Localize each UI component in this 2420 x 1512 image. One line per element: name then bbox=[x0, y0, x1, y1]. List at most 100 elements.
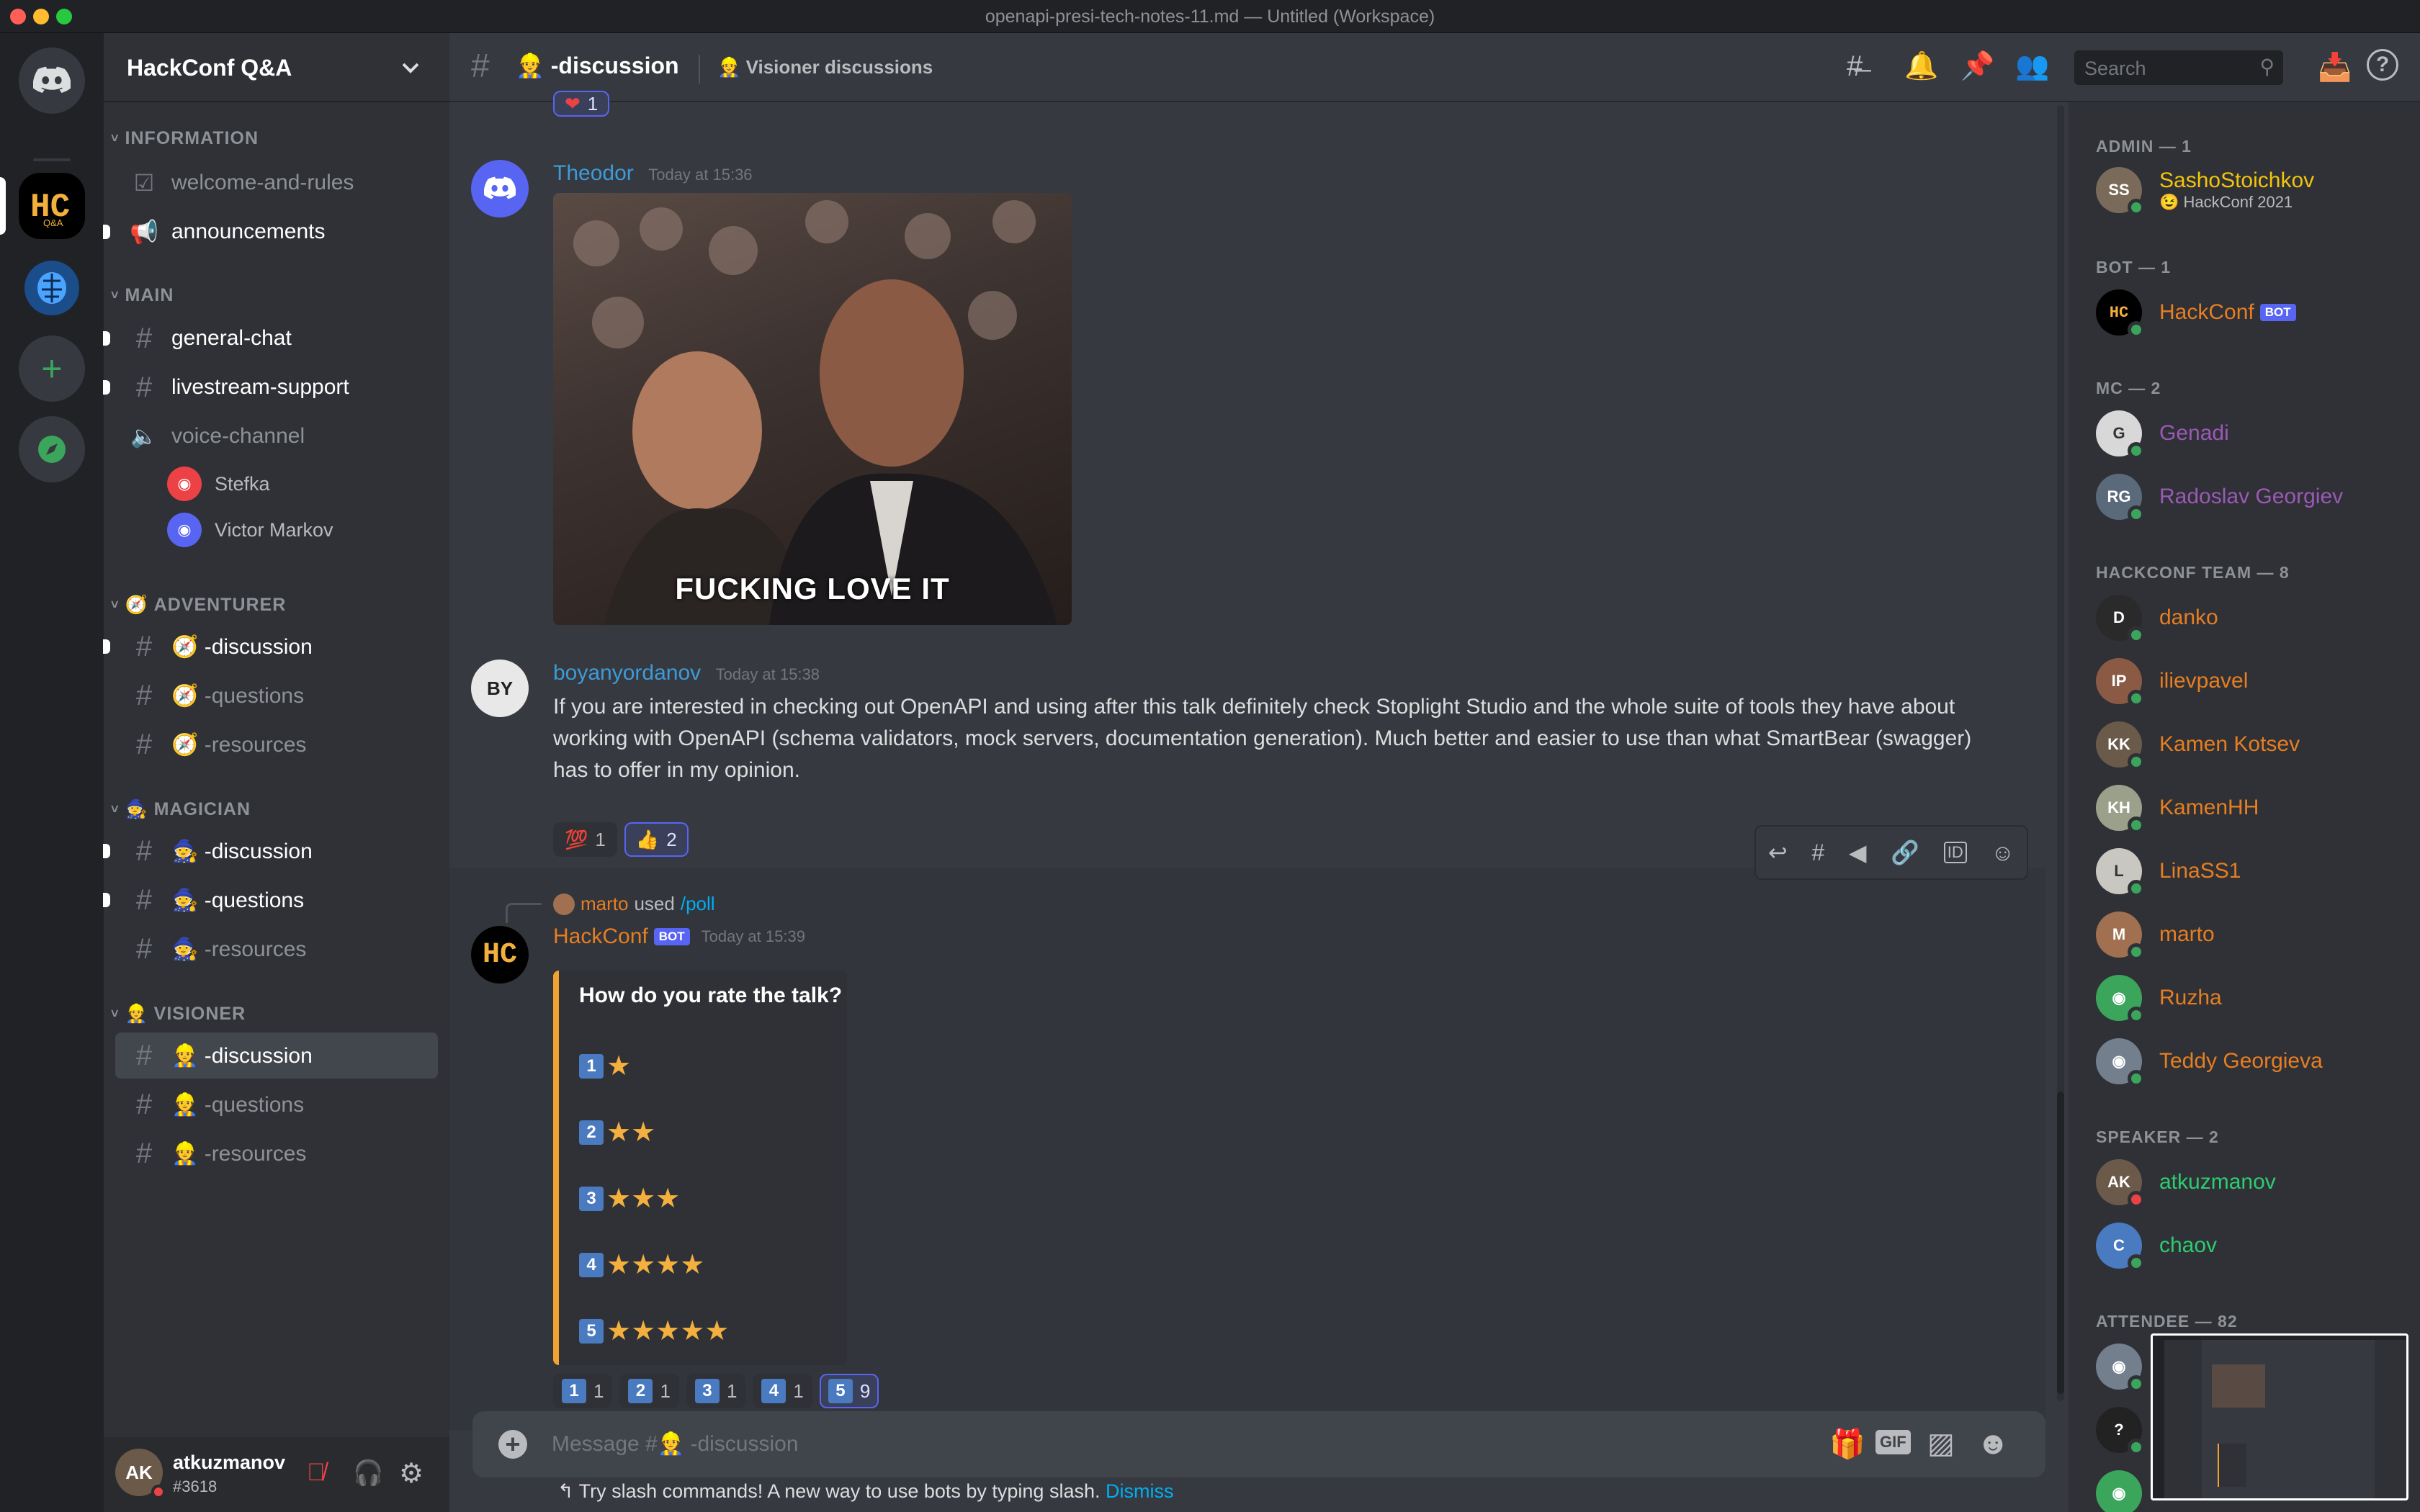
channel-topic[interactable]: 👷 Visioner discussions bbox=[717, 56, 933, 78]
message-author[interactable]: HackConf bbox=[553, 924, 648, 949]
thread-icon[interactable]: # bbox=[1811, 840, 1824, 866]
bell-icon[interactable]: 🔔 bbox=[1904, 50, 1938, 82]
reply-spine bbox=[506, 903, 542, 923]
member-marto[interactable]: M marto bbox=[2096, 906, 2413, 963]
message-composer: + Message #👷 -discussion 🎁 GIF ▨ ☻ bbox=[472, 1411, 2045, 1477]
message-timestamp: Today at 15:36 bbox=[648, 166, 753, 184]
attach-plus-icon[interactable]: + bbox=[498, 1430, 527, 1459]
search-input[interactable]: Search ⚲ bbox=[2074, 50, 2283, 85]
channel-adventurer-questions[interactable]: # 🧭 -questions bbox=[115, 672, 438, 719]
channel-visioner-questions[interactable]: # 👷 -questions bbox=[115, 1081, 438, 1128]
member-hackconf-bot[interactable]: HC HackConf BOT bbox=[2096, 284, 2413, 341]
member-danko[interactable]: D danko bbox=[2096, 589, 2413, 647]
message-author[interactable]: Theodor bbox=[553, 161, 634, 185]
server-hackconf-qa[interactable]: HC Q&A bbox=[19, 173, 85, 239]
sticker-icon[interactable]: ▨ bbox=[1927, 1427, 1955, 1460]
id-icon[interactable]: ID bbox=[1943, 842, 1967, 863]
channel-header: # 👷 -discussion 👷 Visioner discussions #… bbox=[449, 33, 2069, 102]
member-kamen-kotsev[interactable]: KK Kamen Kotsev bbox=[2096, 716, 2413, 773]
category-information[interactable]: ˅ INFORMATION bbox=[111, 128, 259, 149]
channel-adventurer-discussion[interactable]: # 🧭 -discussion bbox=[103, 624, 438, 670]
mute-microphone-icon[interactable]: 🎙̸ bbox=[307, 1459, 326, 1487]
voice-user[interactable]: ◉ Victor Markov 🎙̸ bbox=[167, 510, 464, 550]
member-atkuzmanov[interactable]: AK atkuzmanov bbox=[2096, 1153, 2413, 1211]
online-status bbox=[2128, 442, 2145, 459]
gif-button[interactable]: GIF bbox=[1876, 1430, 1911, 1454]
channel-visioner-discussion[interactable]: # 👷 -discussion bbox=[115, 1032, 438, 1079]
vote-reaction[interactable]: 21 bbox=[619, 1374, 679, 1408]
category-visioner[interactable]: ˅ 👷 VISIONER bbox=[111, 1004, 246, 1025]
avatar: ◉ bbox=[167, 513, 202, 547]
channel-voice-channel[interactable]: 🔈 voice-channel bbox=[115, 413, 438, 459]
channel-livestream-support[interactable]: # livestream-support bbox=[103, 364, 438, 410]
channel-magician-discussion[interactable]: # 🧙 -discussion bbox=[103, 828, 438, 874]
member-ilievpavel[interactable]: IP ilievpavel bbox=[2096, 652, 2413, 710]
reaction-heart[interactable]: ❤ 1 bbox=[553, 91, 610, 117]
member-sashostoichkov[interactable]: SS SashoStoichkov 😉 HackConf 2021 bbox=[2096, 161, 2413, 219]
avatar[interactable] bbox=[471, 160, 529, 217]
vote-reaction[interactable]: 11 bbox=[553, 1374, 613, 1408]
gif-attachment[interactable]: FUCKING LOVE IT bbox=[553, 193, 1072, 625]
message-author[interactable]: boyanyordanov bbox=[553, 661, 701, 685]
voice-user[interactable]: ◉ Stefka 🎙̸ bbox=[167, 464, 464, 504]
channel-general-chat[interactable]: # general-chat bbox=[103, 315, 438, 361]
scrollbar-thumb[interactable] bbox=[2057, 1092, 2064, 1394]
member-list-icon[interactable]: 👥 bbox=[2015, 50, 2049, 82]
avatar[interactable]: BY bbox=[471, 660, 529, 717]
hashtag-icon: # bbox=[135, 322, 153, 354]
reaction-thumbs-up[interactable]: 👍 2 bbox=[624, 822, 689, 857]
channel-magician-resources[interactable]: # 🧙 -resources bbox=[115, 926, 438, 972]
channel-adventurer-resources[interactable]: # 🧭 -resources bbox=[115, 721, 438, 768]
window-title: openapi-presi-tech-notes-11.md — Untitle… bbox=[985, 6, 1435, 27]
channel-visioner-resources[interactable]: # 👷 -resources bbox=[115, 1130, 438, 1176]
member-teddy-georgieva[interactable]: ◉ Teddy Georgieva bbox=[2096, 1032, 2413, 1090]
member-radoslav-georgiev[interactable]: RG Radoslav Georgiev bbox=[2096, 468, 2413, 526]
category-main[interactable]: ˅ MAIN bbox=[111, 285, 174, 306]
avatar: M bbox=[2096, 912, 2145, 960]
message-reactions: 💯 1 👍 2 bbox=[553, 822, 696, 857]
link-icon[interactable]: 🔗 bbox=[1891, 839, 1919, 866]
inbox-icon[interactable]: 📥 bbox=[2318, 52, 2352, 84]
channel-welcome-and-rules[interactable]: ☑ welcome-and-rules bbox=[115, 160, 438, 206]
vote-reaction[interactable]: 41 bbox=[753, 1374, 812, 1408]
chevron-down-icon: ˅ bbox=[111, 1007, 120, 1021]
member-genadi[interactable]: G Genadi bbox=[2096, 405, 2413, 462]
settings-gear-icon[interactable]: ⚙ bbox=[399, 1457, 424, 1490]
member-chaov[interactable]: C chaov bbox=[2096, 1217, 2413, 1274]
avatar[interactable]: HC bbox=[471, 926, 529, 984]
emoji-icon[interactable]: ☻ bbox=[1976, 1426, 2009, 1462]
member-linass1[interactable]: L LinaSS1 bbox=[2096, 842, 2413, 900]
bot-badge: BOT bbox=[653, 928, 690, 945]
poll-option: 2 ★★ bbox=[579, 1116, 655, 1148]
pin-icon[interactable]: 📌 bbox=[1960, 50, 1994, 82]
hackconf-logo-icon: HCQ&A bbox=[30, 189, 70, 228]
reaction-100[interactable]: 💯 1 bbox=[553, 822, 617, 857]
add-reaction-icon[interactable]: ☺ bbox=[1991, 840, 2015, 866]
help-icon[interactable]: ? bbox=[2367, 49, 2398, 81]
member-kamenhh[interactable]: KH KamenHH bbox=[2096, 779, 2413, 837]
screenshot-thumbnail-preview[interactable] bbox=[2151, 1333, 2408, 1500]
member-ruzha[interactable]: ◉ Ruzha bbox=[2096, 969, 2413, 1027]
gift-icon[interactable]: 🎁 bbox=[1829, 1427, 1865, 1461]
explore-servers-button[interactable] bbox=[19, 416, 85, 482]
vote-reaction[interactable]: 59 bbox=[819, 1374, 879, 1408]
threads-icon[interactable]: #̶ bbox=[1847, 50, 1863, 83]
message-input[interactable]: Message #👷 -discussion bbox=[552, 1431, 799, 1457]
megaphone-icon[interactable]: ◀ bbox=[1849, 839, 1867, 866]
vote-reaction[interactable]: 31 bbox=[686, 1374, 746, 1408]
category-adventurer[interactable]: ˅ 🧭 ADVENTURER bbox=[111, 595, 286, 616]
poll-option: 4 ★★★★ bbox=[579, 1248, 704, 1281]
server-brain[interactable] bbox=[19, 255, 85, 321]
server-header[interactable]: HackConf Q&A bbox=[104, 33, 449, 102]
headphones-icon[interactable]: 🎧 bbox=[353, 1459, 383, 1488]
server-separator bbox=[33, 158, 71, 161]
channel-magician-questions[interactable]: # 🧙 -questions bbox=[103, 877, 438, 923]
reply-icon[interactable]: ↩ bbox=[1768, 839, 1788, 866]
category-magician[interactable]: ˅ 🧙 MAGICIAN bbox=[111, 799, 251, 820]
avatar: D bbox=[2096, 595, 2145, 644]
add-server-button[interactable]: + bbox=[19, 336, 85, 402]
channel-announcements[interactable]: 📢 announcements bbox=[103, 209, 438, 255]
home-button[interactable] bbox=[19, 48, 85, 114]
dismiss-link[interactable]: Dismiss bbox=[1106, 1480, 1174, 1502]
online-status bbox=[2128, 199, 2145, 216]
